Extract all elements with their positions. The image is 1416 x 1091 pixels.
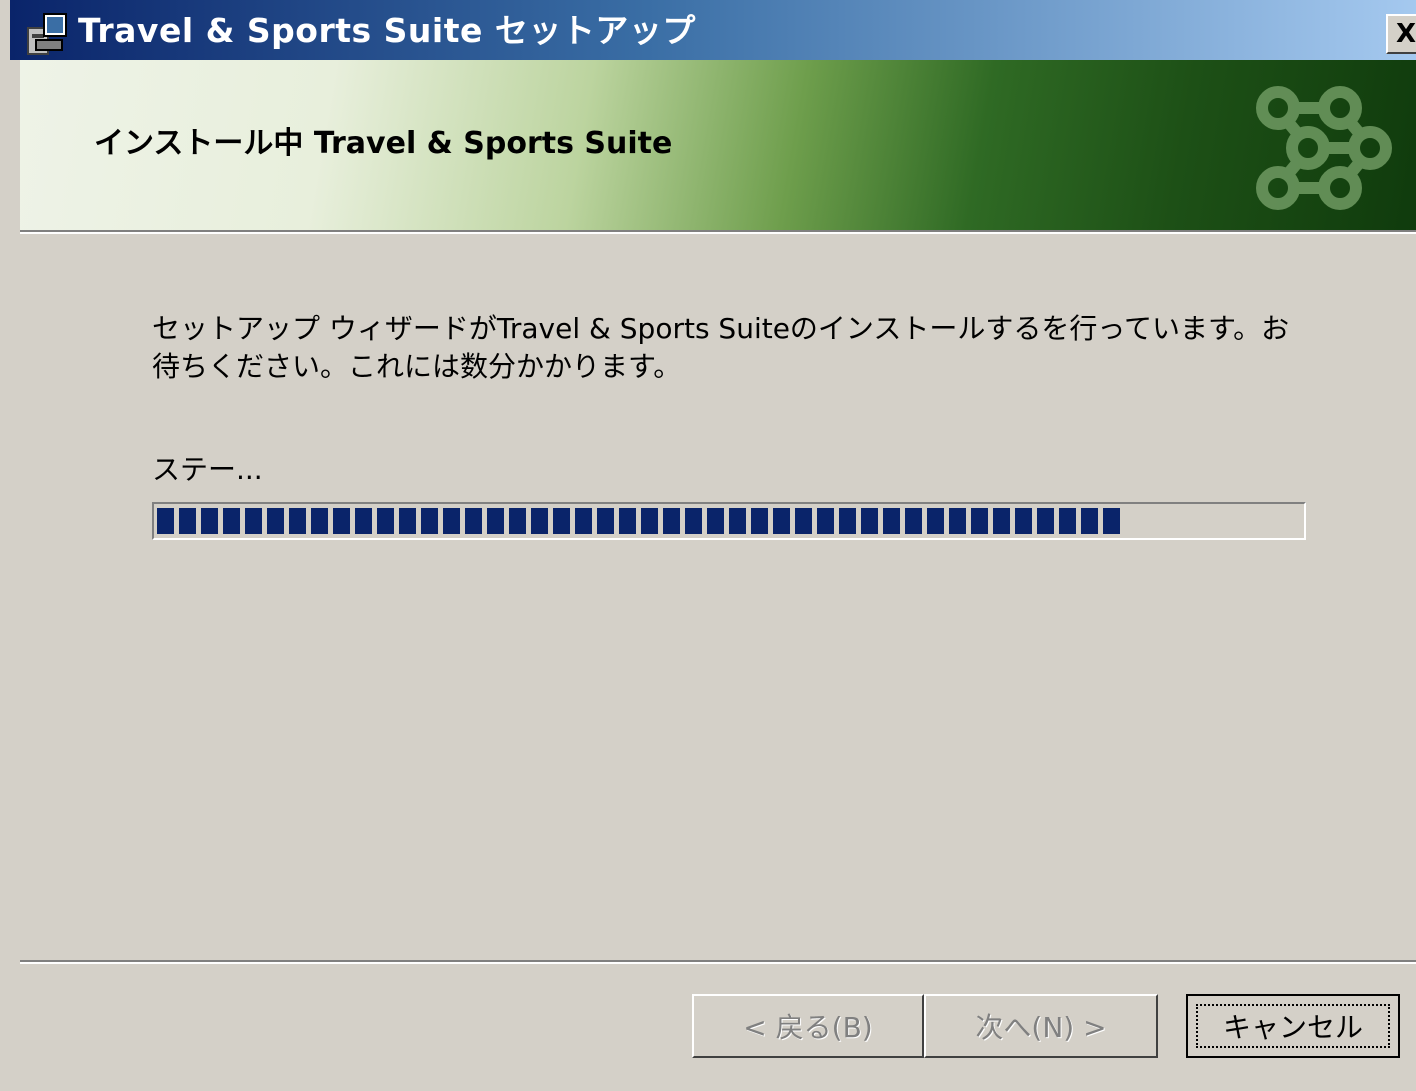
chain-rings-logo-icon bbox=[1256, 86, 1392, 210]
back-button[interactable]: < 戻る(B) bbox=[692, 994, 924, 1058]
window-title: Travel & Sports Suite セットアップ bbox=[78, 11, 696, 50]
installer-icon bbox=[27, 13, 67, 55]
banner-title: インストール中 Travel & Sports Suite bbox=[94, 126, 673, 161]
cancel-button-label: キャンセル bbox=[1222, 1011, 1363, 1044]
next-button-label: 次へ(N) > bbox=[975, 1011, 1107, 1044]
close-button[interactable]: X bbox=[1386, 14, 1416, 54]
next-button[interactable]: 次へ(N) > bbox=[924, 994, 1158, 1058]
status-label: ステー... bbox=[152, 453, 263, 486]
banner-divider bbox=[20, 230, 1416, 234]
progress-fill bbox=[157, 508, 1120, 534]
back-button-label: < 戻る(B) bbox=[743, 1011, 873, 1044]
setup-window: Travel & Sports Suite セットアップ X インストール中 T… bbox=[0, 0, 1416, 1091]
install-progress-bar bbox=[152, 502, 1306, 540]
close-icon: X bbox=[1395, 19, 1416, 49]
install-description: セットアップ ウィザードがTravel & Sports Suiteのインストー… bbox=[152, 312, 1290, 383]
title-bar[interactable]: Travel & Sports Suite セットアップ X bbox=[10, 0, 1416, 60]
footer-divider bbox=[20, 960, 1416, 964]
header-banner: インストール中 Travel & Sports Suite bbox=[20, 60, 1416, 230]
cancel-button[interactable]: キャンセル bbox=[1186, 994, 1400, 1058]
